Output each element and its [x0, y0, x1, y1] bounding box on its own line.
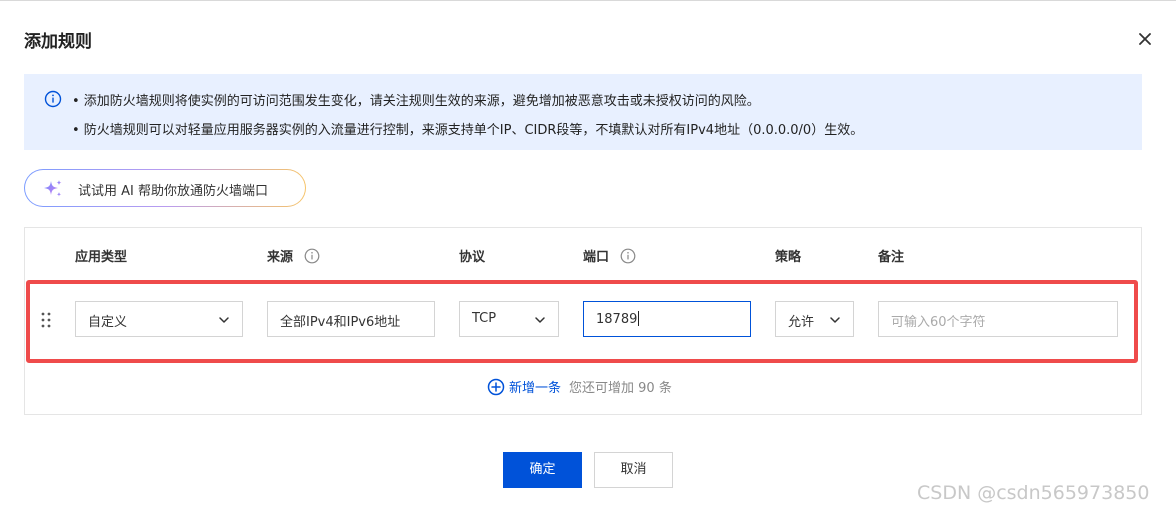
header-source-label: 来源	[267, 250, 294, 265]
close-icon[interactable]	[1136, 30, 1154, 48]
dialog-title: 添加规则	[24, 32, 92, 52]
header-protocol-label: 协议	[459, 250, 486, 265]
ai-assist-label: 试试用 AI 帮助你放通防火墙端口	[78, 184, 268, 199]
help-circle-icon[interactable]	[620, 248, 636, 264]
text-caret	[638, 311, 640, 326]
help-circle-icon[interactable]	[304, 248, 320, 264]
cancel-button[interactable]: 取消	[594, 452, 673, 488]
source-value: 全部IPv4和IPv6地址	[280, 315, 401, 330]
header-port: 端口	[583, 246, 636, 265]
chevron-down-icon	[535, 317, 545, 323]
protocol-select[interactable]: TCP	[459, 301, 559, 337]
add-row-remaining: 您还可增加 90 条	[569, 381, 672, 396]
plus-circle-icon[interactable]	[487, 378, 505, 396]
notice-line-2: • 防火墙规则可以对轻量应用服务器实例的入流量进行控制，来源支持单个IP、CID…	[72, 123, 864, 138]
notice-line-1: • 添加防火墙规则将使实例的可访问范围发生变化，请关注规则生效的来源，避免增加被…	[72, 94, 760, 109]
remark-input[interactable]: 可输入60个字符	[878, 301, 1118, 337]
port-input[interactable]: 18789	[583, 301, 751, 337]
add-row-area: 新增一条 您还可增加 90 条	[487, 377, 672, 397]
policy-select[interactable]: 允许	[775, 301, 854, 337]
header-policy-label: 策略	[775, 250, 802, 265]
chevron-down-icon	[830, 317, 840, 323]
port-value: 18789	[596, 311, 640, 327]
remark-placeholder: 可输入60个字符	[891, 315, 986, 330]
header-app-type: 应用类型	[75, 246, 127, 265]
policy-value: 允许	[788, 315, 815, 330]
header-app-type-label: 应用类型	[75, 250, 128, 265]
chevron-down-icon	[219, 317, 229, 323]
header-protocol: 协议	[459, 246, 485, 265]
header-source: 来源	[267, 246, 320, 265]
info-icon	[44, 90, 62, 108]
app-type-value: 自定义	[88, 315, 128, 330]
header-remark-label: 备注	[878, 250, 905, 265]
ai-assist-button[interactable]: 试试用 AI 帮助你放通防火墙端口	[24, 169, 306, 207]
watermark: CSDN @csdn565973850	[917, 482, 1150, 504]
notice-banner: • 添加防火墙规则将使实例的可访问范围发生变化，请关注规则生效的来源，避免增加被…	[24, 74, 1142, 150]
protocol-value: TCP	[472, 311, 497, 326]
header-policy: 策略	[775, 246, 801, 265]
app-type-select[interactable]: 自定义	[75, 301, 243, 337]
port-text: 18789	[596, 312, 638, 327]
confirm-button[interactable]: 确定	[503, 452, 582, 488]
source-input[interactable]: 全部IPv4和IPv6地址	[267, 301, 435, 337]
top-divider	[0, 0, 1176, 1]
add-row-button[interactable]: 新增一条	[509, 381, 561, 396]
header-port-label: 端口	[583, 250, 610, 265]
drag-handle-icon[interactable]	[40, 311, 52, 329]
header-remark: 备注	[878, 246, 904, 265]
sparkle-icon	[44, 180, 62, 197]
